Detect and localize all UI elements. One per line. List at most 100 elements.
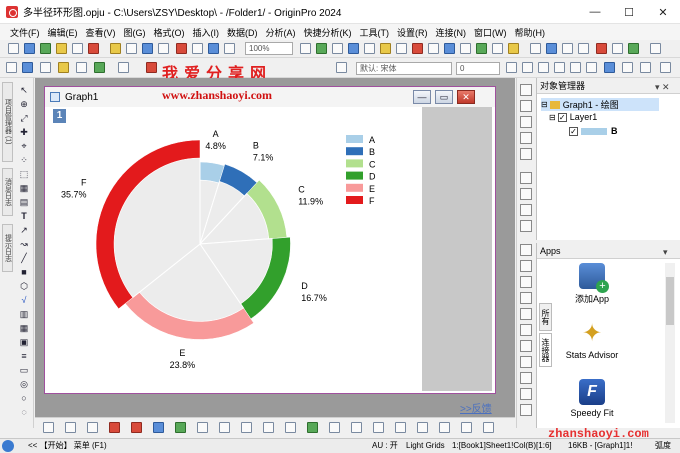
more-plots-icon[interactable] <box>483 422 494 433</box>
menu-tools[interactable]: 工具(T) <box>360 26 390 39</box>
line-symbol-icon[interactable] <box>87 422 98 433</box>
data-reader-tool-icon[interactable]: ✚ <box>18 126 30 138</box>
align-bottom-icon[interactable] <box>520 292 532 304</box>
import-icon[interactable] <box>176 43 187 54</box>
set-column-icon[interactable] <box>508 43 519 54</box>
text-tool-icon[interactable]: T <box>18 210 30 222</box>
draw-data-tool-icon[interactable]: ⁘ <box>18 154 30 166</box>
multi-panel-icon[interactable] <box>285 422 296 433</box>
menu-quick-analysis[interactable]: 快捷分析(K) <box>304 26 352 39</box>
smart-hint-icon[interactable] <box>412 43 423 54</box>
italic-icon[interactable] <box>522 62 533 73</box>
menu-format[interactable]: 格式(O) <box>154 26 185 39</box>
smart-hint-log-tab[interactable]: 提示日志 <box>2 224 13 272</box>
circle-tool-icon[interactable]: ○ <box>18 392 30 404</box>
export-icon[interactable] <box>596 43 607 54</box>
align-right-icon[interactable] <box>520 260 532 272</box>
brush-tool-icon[interactable]: ◌ <box>18 406 30 418</box>
apps-gallery-icon[interactable] <box>628 43 639 54</box>
color-scale-icon[interactable]: ≡ <box>18 350 30 362</box>
text-color-icon[interactable] <box>146 62 157 73</box>
image-plot-icon[interactable] <box>461 422 472 433</box>
graph-window[interactable]: Graph1 — ▭ ✕ A 4.8% B 7.1% C 11.9% D 16.7% E 23.8… <box>44 86 496 394</box>
font-color-icon[interactable] <box>604 62 615 73</box>
pie-plot-icon[interactable] <box>153 422 164 433</box>
rectangle-tool-icon[interactable]: ■ <box>18 266 30 278</box>
align-top-icon[interactable] <box>520 276 532 288</box>
merge-icon[interactable] <box>578 43 589 54</box>
bring-front-icon[interactable] <box>520 356 532 368</box>
screen-reader-tool-icon[interactable]: ⌖ <box>18 140 30 152</box>
menu-edit[interactable]: 编辑(E) <box>48 26 78 39</box>
line-plot-icon[interactable] <box>43 422 54 433</box>
layer-icon-tool[interactable]: ◎ <box>18 378 30 390</box>
script-window-icon[interactable] <box>396 43 407 54</box>
start-menu-hint[interactable]: << 【开始】 菜单 (F1) <box>28 439 107 453</box>
menu-connectivity[interactable]: 连接(N) <box>436 26 467 39</box>
object-manager-controls[interactable]: ▾ ✕ <box>655 79 670 95</box>
more-tools-icon[interactable] <box>650 43 661 54</box>
graph-restore-button[interactable]: ▭ <box>435 90 453 104</box>
new-project-icon[interactable] <box>8 43 19 54</box>
menu-file[interactable]: 文件(F) <box>10 26 40 39</box>
data-reader-icon[interactable] <box>94 62 105 73</box>
new-workbook-icon[interactable] <box>24 43 35 54</box>
statistics-plot-icon[interactable] <box>197 422 208 433</box>
draw-data-icon[interactable] <box>6 62 17 73</box>
layer-number-badge[interactable]: 1 <box>53 109 66 123</box>
align-icon[interactable] <box>660 62 671 73</box>
rotate-icon[interactable] <box>520 132 532 144</box>
results-log-icon[interactable] <box>348 43 359 54</box>
maximize-button[interactable]: ☐ <box>612 0 646 24</box>
decrease-font-icon[interactable] <box>640 62 651 73</box>
formula-tool-icon[interactable]: √ <box>18 294 30 306</box>
donut-chart[interactable]: A4.8% B7.1%C11.9%D16.7%E23.8%F35.7%ABCDEF <box>50 107 422 391</box>
menu-preferences[interactable]: 设置(R) <box>397 26 428 39</box>
app-add-app[interactable]: + 添加App <box>562 263 622 305</box>
autoupdate-status[interactable]: AU : 开 <box>372 439 398 453</box>
undo-icon[interactable] <box>118 62 129 73</box>
rescale-x-icon[interactable] <box>520 84 532 96</box>
collapse-icon[interactable]: ⊟ <box>549 113 556 122</box>
regional-mask-icon[interactable] <box>40 62 51 73</box>
save-icon[interactable] <box>142 43 153 54</box>
apps-scrollbar-thumb[interactable] <box>666 277 674 325</box>
layer-contents-icon[interactable] <box>530 43 541 54</box>
align-left-icon[interactable] <box>520 244 532 256</box>
greek-icon[interactable] <box>586 62 597 73</box>
apps-menu-icon[interactable]: ▾ <box>663 244 668 260</box>
specialized-plot-icon[interactable] <box>417 422 428 433</box>
apps-tab-all[interactable]: 所有 <box>539 303 552 331</box>
insert-graph-icon[interactable]: ▥ <box>18 308 30 320</box>
print-icon[interactable] <box>208 43 219 54</box>
add-y-axis-icon[interactable] <box>520 204 532 216</box>
align-center-icon[interactable] <box>520 308 532 320</box>
heatmap-icon[interactable] <box>439 422 450 433</box>
scatter-plot-icon[interactable] <box>65 422 76 433</box>
search-icon[interactable] <box>2 440 14 452</box>
screen-reader-icon[interactable] <box>76 62 87 73</box>
legend-tool-icon[interactable]: ▭ <box>18 364 30 376</box>
increase-font-icon[interactable] <box>622 62 633 73</box>
apps-scrollbar[interactable] <box>665 263 675 423</box>
theme-status[interactable]: Light Grids <box>406 439 445 453</box>
font-size-select[interactable]: 0 <box>456 62 500 75</box>
project-explorer-tab[interactable]: 项目管理器 (1) <box>2 82 13 162</box>
bar-plot-icon[interactable] <box>131 422 142 433</box>
legend-swatch-f[interactable] <box>346 196 363 204</box>
graph-minimize-button[interactable]: — <box>413 90 431 104</box>
3d-plot-icon[interactable] <box>241 422 252 433</box>
new-matrix-icon[interactable] <box>56 43 67 54</box>
legend-swatch-a[interactable] <box>346 135 363 143</box>
new-folder-icon[interactable] <box>428 43 439 54</box>
pointer-tool-icon[interactable]: ↖ <box>18 84 30 96</box>
rescale-z-icon[interactable] <box>520 116 532 128</box>
superscript-icon[interactable] <box>554 62 565 73</box>
fill-color-icon[interactable] <box>336 62 347 73</box>
ternary-plot-icon[interactable] <box>373 422 384 433</box>
vector-plot-icon[interactable] <box>329 422 340 433</box>
recalculate-icon[interactable] <box>316 43 327 54</box>
tree-item-plot[interactable]: ✓ B <box>569 126 618 136</box>
legend-swatch-e[interactable] <box>346 183 363 192</box>
pick-points-icon[interactable] <box>58 62 69 73</box>
